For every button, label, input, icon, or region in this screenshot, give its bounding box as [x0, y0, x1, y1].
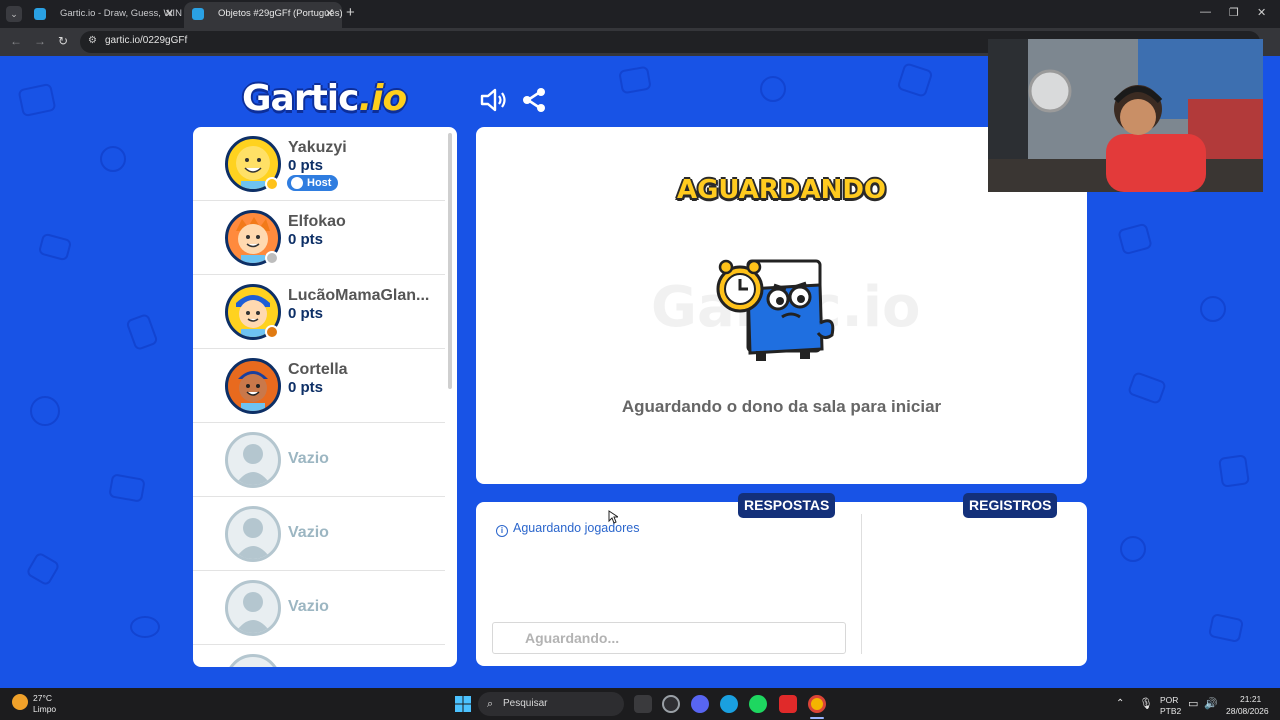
chrome-icon[interactable] — [808, 695, 826, 713]
edge-icon[interactable] — [720, 695, 738, 713]
app-red-icon[interactable] — [779, 695, 797, 713]
site-settings-icon[interactable]: ⚙ — [88, 35, 97, 46]
windows-start-icon[interactable] — [455, 696, 471, 712]
tab-registros[interactable]: REGISTROS — [963, 493, 1058, 518]
empty-avatar-icon — [225, 506, 281, 562]
minimize-icon[interactable]: — — [1200, 6, 1211, 18]
forward-arrow-icon[interactable]: → — [34, 34, 46, 48]
player-points: 0 pts — [288, 379, 324, 396]
player-name: Yakuzyi — [288, 139, 347, 156]
players-panel[interactable]: Yakuzyi 0 pts Host Elfokao 0 pts LucãoMa… — [193, 127, 457, 667]
sound-icon[interactable] — [479, 86, 507, 114]
app-icon[interactable] — [662, 695, 680, 713]
player-avatar — [225, 358, 281, 414]
empty-avatar-icon — [225, 654, 281, 667]
os-taskbar: 27°C Limpo ⌕ Pesquisar ⌃ 🎙 POR PTB2 ▭ 🔊 … — [0, 688, 1280, 720]
player-row: Yakuzyi 0 pts Host — [193, 127, 445, 201]
host-badge: Host — [287, 175, 339, 191]
empty-slot: Vazio — [193, 497, 445, 571]
back-arrow-icon[interactable]: ← — [10, 34, 22, 48]
language-code[interactable]: POR — [1160, 695, 1178, 705]
mouse-cursor-icon — [608, 510, 618, 524]
search-icon: ⌕ — [487, 698, 494, 710]
info-icon: i — [496, 525, 508, 537]
volume-icon[interactable]: 🔊 — [1204, 697, 1218, 710]
keyboard-layout[interactable]: PTB2 — [1160, 706, 1181, 716]
empty-slot-label: Vazio — [288, 450, 329, 467]
tray-chevron-icon[interactable]: ⌃ — [1116, 698, 1124, 709]
empty-slot: Vazio — [193, 423, 445, 497]
browser-tab-room[interactable]: Objetos #29gGFf (Português) - ✕ — [184, 2, 342, 28]
gartic-favicon-icon — [34, 8, 46, 20]
host-icon — [291, 177, 303, 189]
weather-desc: Limpo — [33, 704, 57, 714]
player-points: 0 pts — [288, 157, 324, 174]
gartic-favicon-icon — [192, 8, 204, 20]
status-dot — [265, 251, 279, 265]
empty-slot-label: Vazio — [288, 598, 329, 615]
empty-avatar-icon — [225, 432, 281, 488]
empty-slot-label: Vazio — [288, 524, 329, 541]
player-name: Cortella — [288, 361, 348, 378]
weather-icon[interactable] — [12, 694, 28, 710]
new-tab-button[interactable]: + — [346, 4, 355, 21]
waiting-mascot-icon — [716, 259, 835, 361]
task-view-icon[interactable] — [634, 695, 652, 713]
player-row: LucãoMamaGlan... 0 pts — [193, 275, 445, 349]
url-text: gartic.io/0229gGFf — [105, 35, 188, 46]
close-tab-icon[interactable]: ✕ — [165, 2, 174, 26]
empty-slot: Vazio — [193, 571, 445, 645]
clock-date[interactable]: 28/08/2026 — [1226, 706, 1269, 716]
answers-logs-panel: RESPOSTAS REGISTROS i Aguardando jogadore… — [476, 493, 1087, 666]
panel-divider — [861, 514, 862, 654]
tab-title: Objetos #29gGFf (Português) - — [218, 8, 342, 19]
empty-slot — [193, 645, 445, 667]
share-icon[interactable] — [520, 86, 548, 114]
status-dot — [265, 325, 279, 339]
player-name: LucãoMamaGlan... — [288, 287, 430, 304]
tab-search-dropdown[interactable]: ⌄ — [6, 6, 22, 22]
network-icon[interactable]: ▭ — [1188, 697, 1198, 710]
close-tab-icon[interactable]: ✕ — [325, 2, 334, 26]
waiting-message: Aguardando o dono da sala para iniciar — [621, 397, 942, 416]
browser-tab-bar: ⌄ Gartic.io - Draw, Guess, WIN ✕ Objetos… — [0, 0, 1280, 28]
player-row: Cortella 0 pts — [193, 349, 445, 423]
player-name: Elfokao — [288, 213, 346, 230]
player-row: Elfokao 0 pts — [193, 201, 445, 275]
player-points: 0 pts — [288, 231, 324, 248]
discord-icon[interactable] — [691, 695, 709, 713]
window-close-icon[interactable]: ✕ — [1257, 6, 1266, 19]
players-scrollbar[interactable] — [448, 133, 452, 389]
player-points: 0 pts — [288, 305, 324, 322]
reload-icon[interactable]: ↻ — [58, 34, 68, 48]
empty-avatar-icon — [225, 580, 281, 636]
webcam-overlay — [988, 39, 1263, 192]
gartic-logo[interactable]: Gartic.io — [242, 78, 407, 119]
status-dot — [265, 177, 279, 191]
spotify-icon[interactable] — [749, 695, 767, 713]
taskbar-search[interactable]: ⌕ Pesquisar — [478, 692, 624, 716]
clock-time[interactable]: 21:21 — [1240, 694, 1261, 704]
active-app-indicator — [810, 717, 824, 719]
answer-input[interactable] — [492, 622, 846, 654]
browser-tab-gartic-home[interactable]: Gartic.io - Draw, Guess, WIN ✕ — [26, 2, 182, 28]
weather-temp: 27°C — [33, 693, 52, 703]
restore-icon[interactable]: ❐ — [1229, 6, 1239, 19]
tab-title: Gartic.io - Draw, Guess, WIN — [60, 8, 182, 19]
microphone-icon[interactable]: 🎙 — [1139, 697, 1153, 710]
tab-respostas[interactable]: RESPOSTAS — [738, 493, 836, 518]
